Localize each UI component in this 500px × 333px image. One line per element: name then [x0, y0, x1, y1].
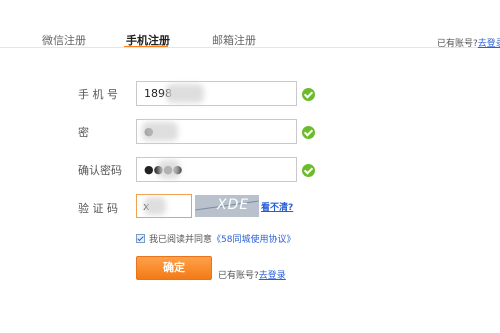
agreement-checkbox[interactable] [136, 234, 145, 243]
tab-email-register[interactable]: 邮箱注册 [212, 32, 256, 48]
confirm-password-valid-check-icon [302, 164, 315, 177]
password-valid-check-icon [302, 126, 315, 139]
confirm-password-redaction [158, 160, 180, 179]
agreement-link[interactable]: 《58同城使用协议》 [212, 235, 295, 245]
captcha-redaction [144, 197, 166, 215]
phone-redaction [166, 84, 204, 103]
phone-valid-check-icon [302, 88, 315, 101]
tabs-divider [0, 47, 500, 48]
top-login-prompt: 已有账号?去登录 [437, 36, 500, 49]
captcha-label: 验 证 码 [78, 202, 118, 215]
captcha-image[interactable]: XDE [195, 195, 259, 217]
password-redaction [142, 122, 178, 141]
confirm-button[interactable]: 确定 [136, 256, 212, 280]
bottom-login-prompt: 已有账号?去登录 [218, 268, 286, 281]
bottom-login-text: 已有账号? [218, 271, 259, 281]
captcha-image-text: XDE [217, 197, 250, 213]
top-login-text: 已有账号? [437, 39, 478, 49]
confirm-password-label: 确认密码 [78, 164, 122, 177]
refresh-captcha-link[interactable]: 看不清? [261, 200, 293, 213]
tab-wechat-register[interactable]: 微信注册 [42, 32, 86, 48]
top-login-link[interactable]: 去登录 [478, 39, 500, 49]
registration-tabs: 微信注册 手机注册 邮箱注册 [0, 0, 500, 48]
phone-label: 手 机 号 [78, 88, 118, 101]
phone-input[interactable]: 1898 [136, 81, 297, 106]
agreement-text: 我已阅读并同意 [149, 235, 213, 245]
bottom-login-link[interactable]: 去登录 [259, 271, 286, 281]
agreement-row: 我已阅读并同意《58同城使用协议》 [136, 232, 295, 245]
